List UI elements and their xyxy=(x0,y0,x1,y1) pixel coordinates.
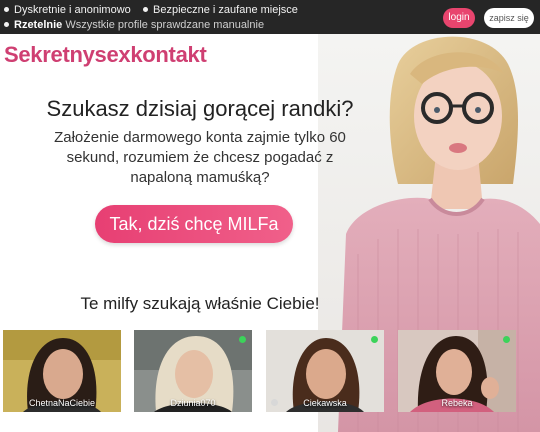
cta-button[interactable]: Tak, dziś chcę MILFa xyxy=(95,205,293,243)
online-indicator-icon xyxy=(371,336,378,343)
top-bar: Dyskretnie i anonimowo Bezpieczne i zauf… xyxy=(0,0,540,34)
register-button[interactable]: zapisz się xyxy=(484,8,534,28)
feature-trust: Rzetelnie Wszystkie profile sprawdzane m… xyxy=(4,19,264,32)
online-indicator-icon xyxy=(239,336,246,343)
profile-card[interactable]: Rebeka xyxy=(398,330,516,412)
profiles-title: Te milfy szukają właśnie Ciebie! xyxy=(80,294,320,313)
profile-name: Rebeka xyxy=(441,398,473,408)
profile-card[interactable]: ChetnaNaCiebie xyxy=(3,330,121,412)
profile-name: Ciekawska xyxy=(303,398,347,408)
site-logo[interactable]: Sekretnysexkontakt xyxy=(4,42,207,68)
feature-safe: Bezpieczne i zaufane miejsce xyxy=(143,4,298,17)
bullet-icon xyxy=(4,7,9,13)
feature-anonymous: Dyskretnie i anonimowo xyxy=(4,4,131,17)
profile-name: Dziunia070 xyxy=(170,398,216,408)
login-button[interactable]: login xyxy=(443,8,475,28)
bullet-icon xyxy=(143,7,148,13)
bullet-icon xyxy=(4,22,9,28)
profile-name: ChetnaNaCiebie xyxy=(28,398,96,408)
profile-card[interactable]: Dziunia070 xyxy=(134,330,252,412)
profile-card[interactable]: Ciekawska xyxy=(266,330,384,412)
online-indicator-icon xyxy=(503,336,510,343)
hero-headline: Szukasz dzisiaj gorącej randki? xyxy=(46,96,354,121)
hero-subtext: Założenie darmowego konta zajmie tylko 6… xyxy=(54,129,346,186)
